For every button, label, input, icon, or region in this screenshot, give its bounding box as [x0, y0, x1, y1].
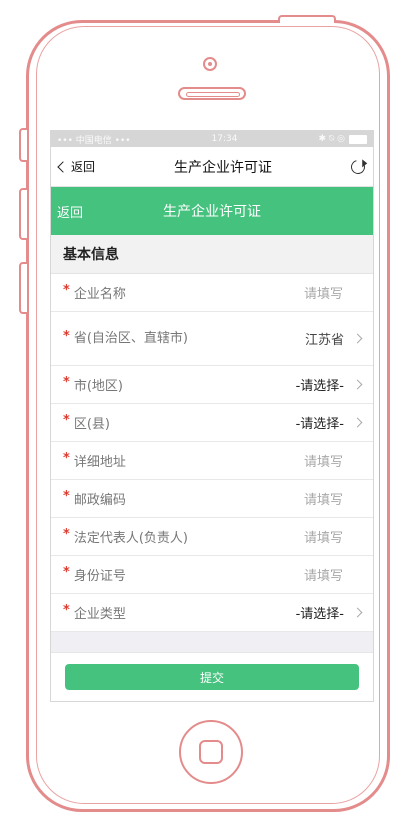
field-label: 市(地区) [73, 379, 123, 394]
field-city[interactable]: * 市(地区) -请选择- [51, 366, 373, 404]
chevron-right-icon [352, 333, 363, 344]
required-marker: * [63, 283, 70, 298]
city-select[interactable]: -请选择- [296, 375, 344, 394]
chevron-left-icon [57, 160, 69, 173]
carrier-label: ••• 中国电信 ••• [57, 135, 131, 146]
nav-title: 生产企业许可证 [174, 159, 272, 176]
home-button[interactable] [179, 720, 243, 784]
field-province[interactable]: * 省(自治区、直辖市) 江苏省 [51, 312, 373, 366]
form-list: * 企业名称 请填写 * 省(自治区、直辖市) 江苏省 * 市(地区) -请选择- *… [51, 274, 373, 632]
field-label: 详细地址 [73, 455, 126, 470]
chevron-right-icon [352, 379, 363, 390]
chevron-right-icon [352, 417, 363, 428]
required-marker: * [63, 413, 70, 428]
field-id-number[interactable]: * 身份证号 请填写 [51, 556, 373, 594]
field-address[interactable]: * 详细地址 请填写 [51, 442, 373, 480]
required-marker: * [63, 328, 70, 344]
page-header: 返回 生产企业许可证 [51, 187, 373, 235]
submit-button[interactable]: 提交 [65, 664, 359, 690]
header-back-link[interactable]: 返回 [51, 202, 83, 221]
required-marker: * [63, 451, 70, 466]
chevron-right-icon [352, 607, 363, 618]
postal-code-input[interactable]: 请填写 [304, 489, 361, 508]
status-time: 17:34 [211, 134, 238, 144]
province-select[interactable]: 江苏省 [305, 329, 344, 348]
field-label: 身份证号 [73, 569, 126, 584]
field-company-name[interactable]: * 企业名称 请填写 [51, 274, 373, 312]
required-marker: * [63, 527, 70, 542]
id-number-input[interactable]: 请填写 [304, 565, 361, 584]
section-title: 基本信息 [51, 235, 373, 274]
required-marker: * [63, 375, 70, 390]
field-label: 企业类型 [73, 607, 126, 622]
front-camera [203, 57, 217, 71]
bluetooth-alarm-icons: ✱ ⍉ ◎ [318, 134, 345, 144]
status-bar: ••• 中国电信 ••• 17:34 ✱ ⍉ ◎ [51, 131, 373, 147]
required-marker: * [63, 603, 70, 618]
legal-representative-input[interactable]: 请填写 [304, 527, 361, 546]
field-label: 邮政编码 [73, 493, 126, 508]
page-title: 生产企业许可证 [163, 204, 261, 220]
status-icons: ✱ ⍉ ◎ [318, 134, 367, 144]
refresh-icon[interactable] [348, 156, 368, 177]
volume-up-button [19, 188, 27, 240]
field-postal-code[interactable]: * 邮政编码 请填写 [51, 480, 373, 518]
required-marker: * [63, 489, 70, 504]
volume-down-button [19, 262, 27, 314]
nav-back-button[interactable]: 返回 [57, 158, 96, 175]
field-company-type[interactable]: * 企业类型 -请选择- [51, 594, 373, 632]
address-input[interactable]: 请填写 [304, 451, 361, 470]
district-select[interactable]: -请选择- [296, 413, 344, 432]
mute-switch [19, 128, 27, 162]
field-label: 省(自治区、直辖市) [73, 330, 188, 346]
earpiece-speaker [178, 87, 246, 100]
home-square-icon [199, 740, 223, 764]
field-legal-representative[interactable]: * 法定代表人(负责人) 请填写 [51, 518, 373, 556]
field-district[interactable]: * 区(县) -请选择- [51, 404, 373, 442]
field-label: 法定代表人(负责人) [73, 531, 188, 546]
field-label: 区(县) [73, 417, 110, 432]
bottom-bar: 提交 [51, 652, 373, 701]
field-label: 企业名称 [73, 287, 126, 302]
nav-back-label: 返回 [71, 160, 96, 174]
power-button [278, 15, 336, 23]
browser-nav-bar: 返回 生产企业许可证 [51, 147, 373, 187]
app-screen: ••• 中国电信 ••• 17:34 ✱ ⍉ ◎ 返回 生产企业许可证 返回 生… [50, 130, 374, 702]
required-marker: * [63, 565, 70, 580]
company-name-input[interactable]: 请填写 [304, 283, 361, 302]
company-type-select[interactable]: -请选择- [296, 603, 344, 622]
battery-icon [348, 134, 367, 144]
